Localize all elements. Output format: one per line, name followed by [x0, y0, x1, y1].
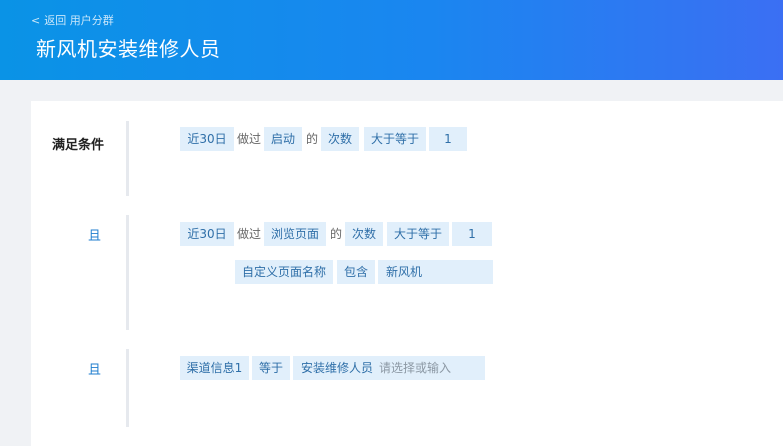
channel-property-select[interactable]: 渠道信息1	[180, 356, 249, 380]
value-input[interactable]: 1	[429, 127, 467, 151]
filter-value-input[interactable]: 新风机	[378, 260, 493, 284]
time-range-select[interactable]: 近30日	[180, 127, 234, 151]
channel-value-tag[interactable]: 安装维修人员	[301, 361, 373, 375]
channel-value-placeholder: 请选择或输入	[379, 361, 452, 375]
metric-select[interactable]: 次数	[345, 222, 383, 246]
filter-operator-select[interactable]: 包含	[337, 260, 375, 284]
condition-label-and: 且	[88, 229, 102, 244]
condition-label-main: 满足条件	[52, 138, 105, 153]
condition-label-and: 且	[88, 363, 102, 378]
metric-select[interactable]: 次数	[321, 127, 359, 151]
of-text: 的	[330, 227, 343, 241]
back-label: 返回	[44, 14, 67, 27]
channel-operator-select[interactable]: 等于	[252, 356, 290, 380]
operator-select[interactable]: 大于等于	[387, 222, 449, 246]
group-divider	[126, 121, 129, 196]
chevron-left-icon: <	[31, 14, 41, 27]
value-input[interactable]: 1	[452, 222, 492, 246]
group-divider	[126, 349, 129, 427]
event-select[interactable]: 浏览页面	[264, 222, 326, 246]
breadcrumb[interactable]: 用户分群	[70, 14, 114, 27]
channel-value-input[interactable]: 安装维修人员 请选择或输入	[293, 356, 485, 380]
verb-text: 做过	[237, 227, 262, 241]
group-divider	[126, 215, 129, 330]
back-link[interactable]: < 返回 用户分群	[31, 12, 114, 28]
of-text: 的	[306, 132, 319, 146]
conditions-card: 满足条件 近30日 做过 启动 的 次数 大于等于 1 且 近30日 做过 浏览…	[31, 101, 783, 446]
verb-text: 做过	[237, 132, 262, 146]
event-select[interactable]: 启动	[264, 127, 302, 151]
time-range-select[interactable]: 近30日	[180, 222, 234, 246]
operator-select[interactable]: 大于等于	[364, 127, 426, 151]
page-title: 新风机安装维修人员	[36, 37, 221, 61]
page-header: < 返回 用户分群 新风机安装维修人员	[0, 0, 783, 80]
filter-property-select[interactable]: 自定义页面名称	[235, 260, 333, 284]
